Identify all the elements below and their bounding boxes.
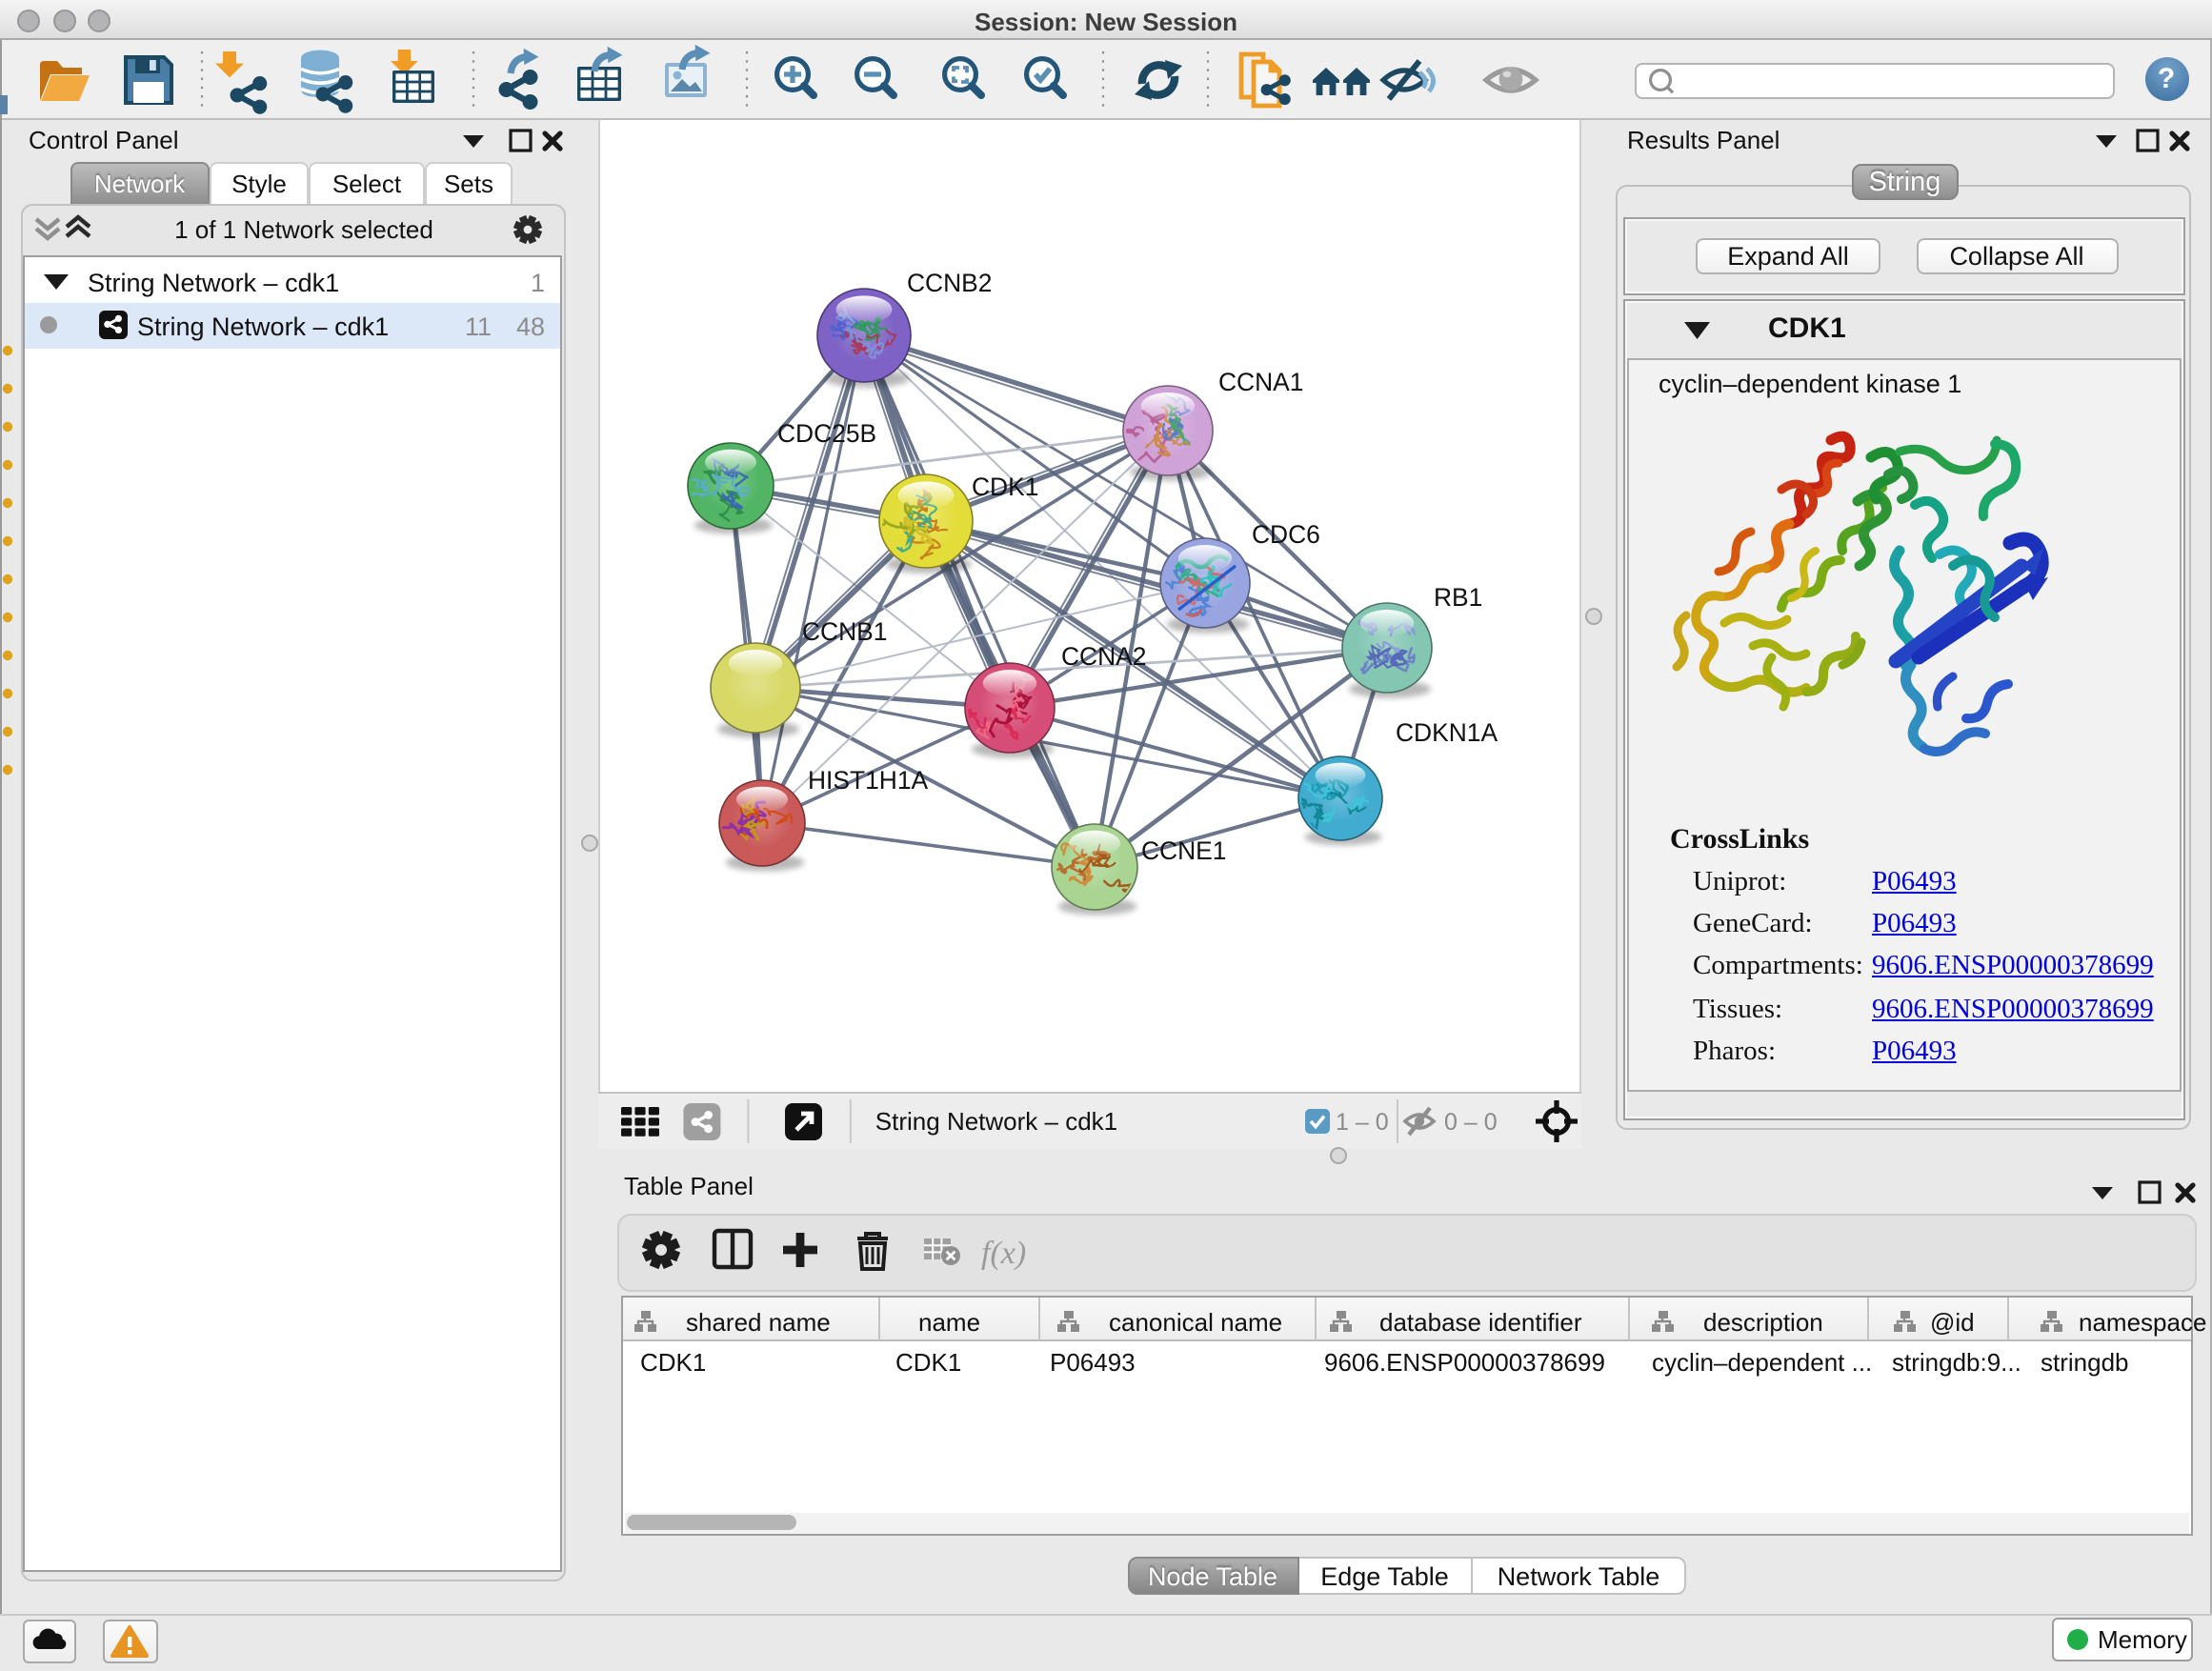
svg-text:0 – 0: 0 – 0 [1444,1109,1498,1136]
svg-text:stringdb:9...: stringdb:9... [1891,1347,2021,1376]
svg-text:@id: @id [1929,1307,1974,1336]
svg-text:cyclin–dependent ...: cyclin–dependent ... [1651,1347,1871,1376]
svg-text:HIST1H1A: HIST1H1A [808,766,929,795]
svg-text:CCNB2: CCNB2 [907,269,992,297]
svg-text:name: name [917,1307,979,1336]
svg-text:canonical name: canonical name [1108,1307,1281,1336]
svg-text:RB1: RB1 [1434,583,1482,612]
svg-text:stringdb: stringdb [2040,1347,2128,1376]
svg-text:shared name: shared name [685,1307,830,1336]
svg-text:CDKN1A: CDKN1A [1396,718,1498,747]
svg-text:1 – 0: 1 – 0 [1336,1109,1389,1136]
svg-text:9606.ENSP00000378699: 9606.ENSP00000378699 [1323,1347,1604,1376]
svg-text:f(x): f(x) [981,1236,1026,1271]
svg-text:namespace: namespace [2078,1307,2205,1336]
svg-text:CCNA1: CCNA1 [1218,368,1303,396]
svg-text:CDK1: CDK1 [895,1347,960,1376]
svg-text:CCNA2: CCNA2 [1061,642,1146,671]
svg-text:database identifier: database identifier [1378,1307,1581,1336]
svg-text:CCNE1: CCNE1 [1141,836,1226,865]
svg-text:CDC6: CDC6 [1252,520,1320,549]
svg-text:String Network – cdk1: String Network – cdk1 [875,1107,1117,1136]
svg-text:CDC25B: CDC25B [777,419,876,448]
svg-text:CDK1: CDK1 [972,473,1038,501]
svg-text:P06493: P06493 [1049,1347,1135,1376]
svg-text:CCNB1: CCNB1 [802,617,887,646]
svg-text:CDK1: CDK1 [639,1347,705,1376]
svg-text:description: description [1702,1307,1822,1336]
